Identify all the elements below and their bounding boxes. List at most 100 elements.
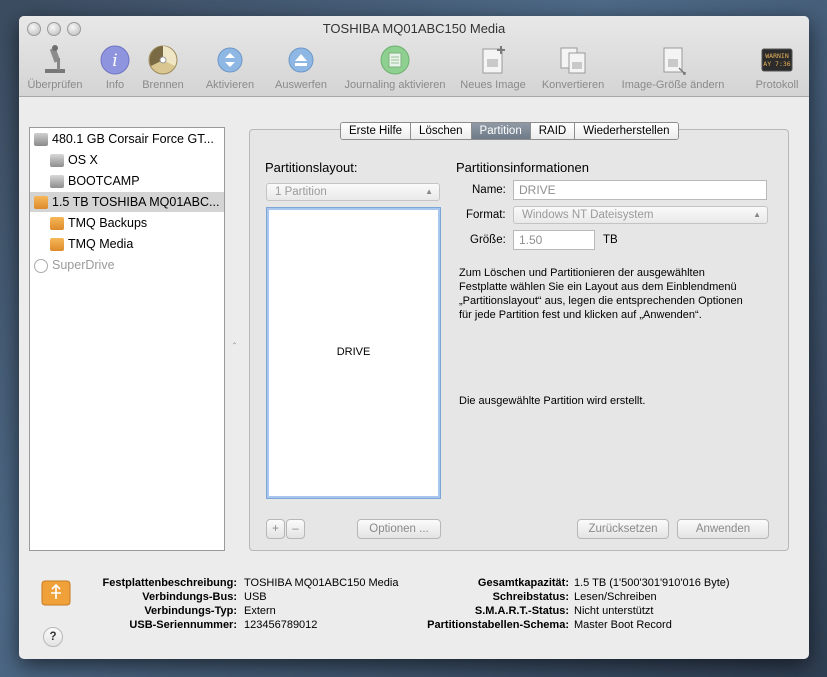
toolbar-label: Aktivieren	[205, 79, 255, 91]
sidebar-item-label: BOOTCAMP	[68, 174, 140, 188]
burn-icon	[147, 44, 179, 76]
updown-arrows-icon: ▲	[753, 210, 761, 219]
svg-text:AY 7:36: AY 7:36	[763, 60, 790, 68]
toolbar-resize-image-button[interactable]: Image-Größe ändern	[615, 44, 731, 91]
detail-value: Master Boot Record	[574, 619, 672, 631]
disk-sidebar[interactable]: 480.1 GB Corsair Force GT... OS X BOOTCA…	[29, 127, 225, 551]
volume-icon	[50, 154, 64, 168]
toolbar-log-button[interactable]: WARNIN AY 7:36 Protokoll	[749, 44, 805, 91]
detail-value: 123456789012	[244, 619, 318, 631]
toolbar-convert-button[interactable]: Konvertieren	[533, 44, 613, 91]
toolbar-journaling-button[interactable]: Journaling aktivieren	[337, 44, 453, 91]
sidebar-item-corsair-disk[interactable]: 480.1 GB Corsair Force GT...	[34, 129, 214, 149]
partition-info-heading: Partitionsinformationen	[456, 160, 589, 175]
sidebar-item-label: 1.5 TB TOSHIBA MQ01ABC...	[52, 195, 220, 209]
options-button[interactable]: Optionen ...	[357, 519, 441, 539]
detail-key: Partitionstabellen-Schema:	[427, 619, 569, 631]
sidebar-item-bootcamp[interactable]: BOOTCAMP	[50, 171, 140, 191]
sidebar-item-osx[interactable]: OS X	[50, 150, 98, 170]
format-value: Windows NT Dateisystem	[522, 209, 654, 221]
toolbar-label: Konvertieren	[541, 79, 605, 91]
mount-icon	[214, 44, 246, 76]
eject-icon	[285, 44, 317, 76]
disk-details: ? Festplattenbeschreibung: TOSHIBA MQ01A…	[19, 561, 809, 659]
format-label: Format:	[466, 209, 506, 221]
partition-layout-select[interactable]: 1 Partition ▲	[266, 183, 440, 201]
sidebar-item-label: 480.1 GB Corsair Force GT...	[52, 132, 214, 146]
internal-disk-icon	[34, 133, 48, 147]
add-partition-button[interactable]: +	[266, 519, 285, 539]
detail-key: S.M.A.R.T.-Status:	[474, 605, 569, 617]
sidebar-item-label: OS X	[68, 153, 98, 167]
external-volume-icon	[50, 217, 64, 231]
splitter-handle[interactable]: ‸	[233, 334, 236, 345]
toolbar-label: Auswerfen	[275, 79, 327, 91]
toolbar-label: Brennen	[142, 79, 184, 91]
superdrive-icon	[34, 258, 48, 273]
detail-value: Nicht unterstützt	[574, 605, 654, 617]
log-icon: WARNIN AY 7:36	[761, 44, 793, 76]
detail-key: Schreibstatus:	[492, 591, 569, 603]
partition-size-field[interactable]: 1.50	[513, 230, 595, 250]
toolbar-label: Journaling aktivieren	[344, 79, 446, 91]
disk-utility-window: TOSHIBA MQ01ABC150 Media Überprüfen i In…	[19, 16, 809, 659]
sidebar-item-toshiba-disk[interactable]: 1.5 TB TOSHIBA MQ01ABC...	[30, 192, 224, 212]
titlebar: TOSHIBA MQ01ABC150 Media Überprüfen i In…	[19, 16, 809, 97]
toolbar-mount-button[interactable]: Aktivieren	[197, 44, 263, 91]
tab-erase[interactable]: Löschen	[411, 123, 472, 139]
toolbar-label: Überprüfen	[27, 79, 83, 91]
toolbar-verify-button[interactable]: Überprüfen	[25, 44, 85, 91]
tab-first-aid[interactable]: Erste Hilfe	[341, 123, 412, 139]
toolbar-label: Image-Größe ändern	[621, 79, 725, 91]
remove-partition-button[interactable]: –	[286, 519, 305, 539]
usb-drive-icon	[40, 575, 72, 610]
size-unit-label: TB	[603, 234, 618, 246]
sidebar-item-tmq-backups[interactable]: TMQ Backups	[50, 213, 147, 233]
toolbar-label: Protokoll	[755, 79, 799, 91]
svg-text:WARNIN: WARNIN	[765, 52, 789, 60]
tab-partition[interactable]: Partition	[471, 123, 531, 139]
detail-key: Gesamtkapazität:	[477, 577, 569, 589]
partition-status-text: Die ausgewählte Partition wird erstellt.	[459, 395, 646, 407]
sidebar-item-tmq-media[interactable]: TMQ Media	[50, 234, 133, 254]
volume-icon	[50, 175, 64, 189]
detail-value: Extern	[244, 605, 276, 617]
detail-value: USB	[244, 591, 267, 603]
size-label: Größe:	[470, 234, 506, 246]
toolbar-new-image-button[interactable]: Neues Image	[457, 44, 529, 91]
tab-bar: Erste Hilfe Löschen Partition RAID Wiede…	[340, 122, 679, 140]
sidebar-item-label: TMQ Backups	[68, 216, 148, 230]
apply-button[interactable]: Anwenden	[677, 519, 769, 539]
updown-arrows-icon: ▲	[425, 187, 433, 196]
detail-key: Verbindungs-Bus:	[142, 591, 237, 603]
partition-layout-value: 1 Partition	[275, 186, 327, 198]
sidebar-item-label: TMQ Media	[68, 237, 134, 251]
svg-text:i: i	[112, 51, 117, 71]
new-image-icon	[477, 44, 509, 76]
format-select[interactable]: Windows NT Dateisystem ▲	[513, 206, 768, 224]
partition-name-field[interactable]: DRIVE	[513, 180, 767, 200]
partition-layout-heading: Partitionslayout:	[265, 160, 358, 175]
detail-key: Festplattenbeschreibung:	[102, 577, 237, 589]
sidebar-item-superdrive[interactable]: SuperDrive	[34, 255, 115, 275]
external-disk-icon	[34, 196, 48, 210]
resize-image-icon	[657, 44, 689, 76]
partition-layout-map[interactable]: DRIVE	[266, 207, 441, 499]
toolbar-label: Neues Image	[460, 79, 526, 91]
name-label: Name:	[472, 184, 506, 196]
journaling-icon	[379, 44, 411, 76]
toolbar-burn-button[interactable]: Brennen	[139, 44, 187, 91]
tab-raid[interactable]: RAID	[530, 123, 576, 139]
detail-key: Verbindungs-Typ:	[144, 605, 237, 617]
convert-icon	[557, 44, 589, 76]
toolbar-eject-button[interactable]: Auswerfen	[269, 44, 333, 91]
detail-value: TOSHIBA MQ01ABC150 Media	[244, 577, 399, 589]
toolbar-info-button[interactable]: i Info	[95, 44, 135, 91]
tab-restore[interactable]: Wiederherstellen	[575, 123, 678, 139]
reset-button[interactable]: Zurücksetzen	[577, 519, 669, 539]
microscope-icon	[39, 44, 71, 76]
window-title: TOSHIBA MQ01ABC150 Media	[322, 21, 506, 36]
external-volume-icon	[50, 238, 64, 252]
help-button[interactable]: ?	[43, 627, 63, 647]
toolbar-label: Info	[105, 79, 125, 91]
